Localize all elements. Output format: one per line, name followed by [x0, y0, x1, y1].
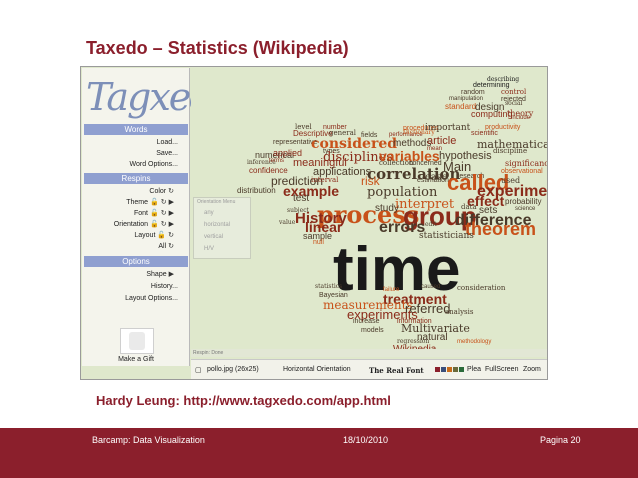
respin-orientation-row[interactable]: Orientation 🔓 ↻ ▶	[84, 220, 188, 230]
status-text: Respin: Done	[191, 349, 547, 357]
orientation-option-hv[interactable]: H/V	[204, 246, 214, 252]
option-shape-label: Shape	[146, 271, 167, 278]
word-cloud-canvas[interactable]: Orientation Menu any horizontal vertical…	[191, 68, 547, 354]
option-layout-options[interactable]: Layout Options...	[84, 294, 188, 304]
tagxedo-logo: Tagxedo	[86, 75, 235, 119]
shape-file-label[interactable]: pollo.jpg (26x25)	[207, 366, 259, 373]
play-icon[interactable]: ▶	[169, 209, 174, 219]
slide-caption: Hardy Leung: http://www.tagxedo.com/app.…	[96, 393, 391, 408]
respin-font-row[interactable]: Font 🔓 ↻ ▶	[84, 209, 188, 219]
cloud-word: consideration	[457, 284, 506, 292]
menu-load[interactable]: Load...	[84, 138, 188, 148]
orientation-menu: Orientation Menu any horizontal vertical…	[193, 197, 251, 259]
cloud-word: study	[375, 203, 399, 214]
footer-event: Barcamp: Data Visualization	[92, 435, 205, 445]
respin-theme-row[interactable]: Theme 🔓 ↻ ▶	[84, 198, 188, 208]
zoom-button[interactable]: Zoom	[523, 366, 541, 373]
slide-footer: Barcamp: Data Visualization 18/10/2010 P…	[0, 428, 638, 478]
orientation-option-horizontal[interactable]: horizontal	[204, 222, 230, 228]
footer-page: Pagina 20	[540, 435, 581, 445]
menu-save[interactable]: Save...	[84, 149, 188, 159]
make-a-gift-label[interactable]: Make a Gift	[106, 356, 166, 363]
orientation-option-vertical[interactable]: vertical	[204, 234, 223, 240]
theme-swatch-4	[453, 367, 458, 372]
left-panel: Tagxedo Words Load... Save... Word Optio…	[82, 68, 235, 366]
shape-thumbnail-icon[interactable]: ▢	[195, 366, 202, 374]
orientation-menu-title: Orientation Menu	[197, 199, 236, 205]
cloud-word: caused	[421, 284, 441, 290]
refresh-icon[interactable]: ↻	[161, 198, 167, 208]
tshirt-icon	[129, 332, 145, 350]
refresh-icon[interactable]: ↻	[161, 209, 167, 219]
lock-icon[interactable]: 🔓	[150, 220, 159, 230]
cloud-word: case	[425, 172, 448, 183]
play-icon[interactable]: ▶	[169, 220, 174, 230]
cloud-word: analysis	[445, 308, 474, 316]
font-label[interactable]: The Real Font	[369, 366, 424, 375]
cloud-word: methodology	[457, 339, 492, 345]
respin-layout-row[interactable]: Layout 🔓 ↻	[84, 231, 188, 241]
theme-swatch-3	[447, 367, 452, 372]
gift-tshirt-image[interactable]	[120, 328, 154, 354]
play-icon[interactable]: ▶	[169, 198, 174, 208]
cloud-word: random	[461, 89, 485, 96]
respin-theme-label: Theme	[126, 199, 149, 206]
cloud-word: data	[461, 203, 477, 211]
theme-swatch-2	[441, 367, 446, 372]
cloud-word: example	[283, 183, 340, 199]
cloud-word: computing	[471, 109, 513, 119]
option-shape-row[interactable]: Shape ▶	[84, 270, 188, 280]
cloud-word: discipline	[493, 147, 528, 155]
cloud-word: significance	[505, 159, 547, 168]
respin-color-label: Color	[149, 188, 167, 195]
footer-date: 18/10/2010	[343, 435, 389, 445]
orientation-option-any[interactable]: any	[204, 210, 214, 216]
cloud-word: increase	[353, 318, 380, 325]
menu-word-options[interactable]: Word Options...	[84, 160, 188, 170]
respin-orientation-label: Orientation	[113, 221, 149, 228]
section-respins[interactable]: Respins	[84, 173, 188, 184]
cloud-word: theorem	[465, 219, 537, 239]
respin-font-label: Font	[134, 210, 149, 217]
cloud-word: null	[313, 239, 324, 246]
section-words[interactable]: Words	[84, 124, 188, 135]
respin-color-row[interactable]: Color ↻	[84, 187, 188, 197]
cloud-word: value	[279, 219, 296, 226]
cloud-word: probability	[505, 197, 542, 206]
respin-all-row[interactable]: All ↻	[84, 242, 188, 252]
refresh-icon[interactable]: ↻	[168, 231, 174, 241]
lock-icon[interactable]: 🔓	[157, 231, 166, 241]
theme-swatch-1	[435, 367, 440, 372]
cloud-word: control	[501, 88, 527, 96]
bottom-toolbar: ▢ pollo.jpg (26x25) Horizontal Orientati…	[191, 359, 547, 379]
tagxedo-app-window: Tagxedo Words Load... Save... Word Optio…	[80, 66, 548, 380]
fullscreen-button[interactable]: FullScreen	[485, 366, 518, 373]
theme-swatch-5	[459, 367, 464, 372]
slide-title: Taxedo – Statistics (Wikipedia)	[86, 38, 349, 58]
cloud-word: include	[511, 115, 531, 121]
respin-layout-label: Layout	[134, 232, 156, 239]
cloud-word: social	[505, 100, 523, 107]
cloud-word: statistics	[315, 283, 343, 290]
option-history[interactable]: History...	[84, 282, 188, 292]
section-options[interactable]: Options	[84, 256, 188, 267]
respin-all-label: All	[158, 243, 167, 250]
theme-label[interactable]: Plea	[467, 366, 481, 373]
cloud-word: scientific	[471, 130, 498, 137]
refresh-icon[interactable]: ↻	[168, 187, 174, 197]
refresh-icon[interactable]: ↻	[168, 242, 174, 252]
lock-icon[interactable]: 🔓	[150, 198, 159, 208]
cloud-word: test	[293, 193, 310, 204]
cloud-word: terms	[269, 158, 284, 164]
cloud-word: distribution	[237, 186, 276, 195]
cloud-word: edit	[425, 221, 437, 228]
orientation-label[interactable]: Horizontal Orientation	[283, 366, 351, 373]
lock-icon[interactable]: 🔓	[150, 209, 159, 219]
play-icon[interactable]: ▶	[169, 270, 174, 280]
refresh-icon[interactable]: ↻	[161, 220, 167, 230]
cloud-word: models	[361, 327, 384, 334]
